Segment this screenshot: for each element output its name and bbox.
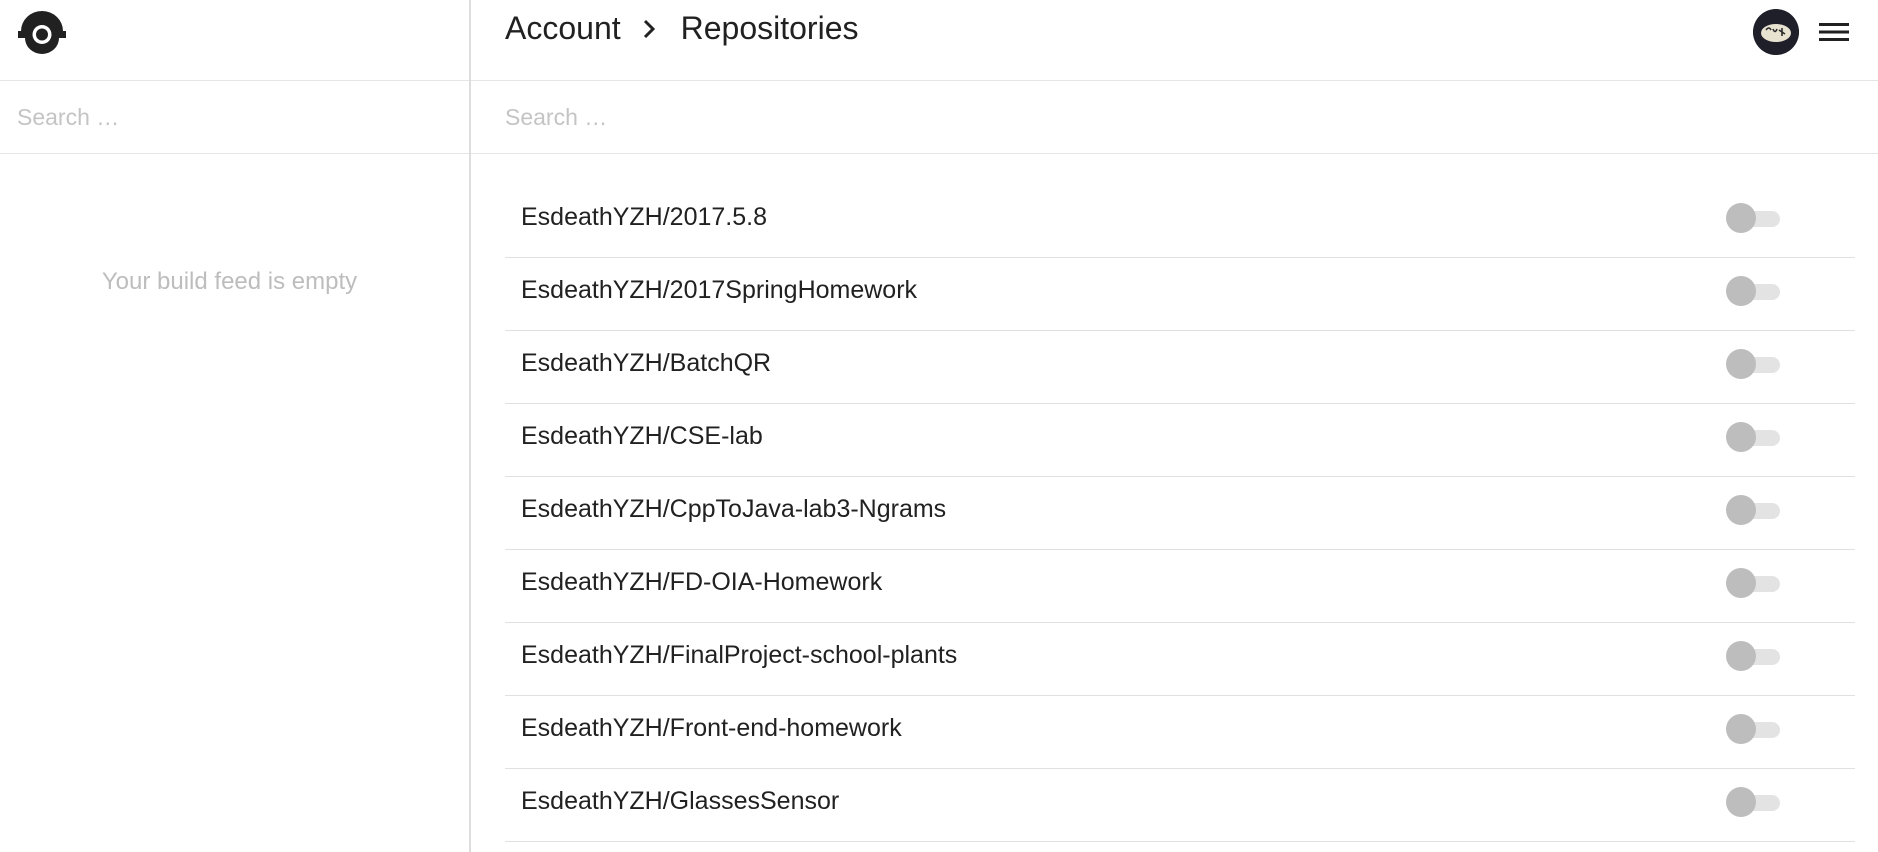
- drone-logo-icon[interactable]: [18, 11, 66, 55]
- repository-activate-toggle[interactable]: [1726, 787, 1780, 817]
- repository-row: EsdeathYZH/Front-end-homework: [505, 696, 1855, 769]
- repository-name[interactable]: EsdeathYZH/FinalProject-school-plants: [521, 641, 957, 670]
- repository-search-input[interactable]: [505, 103, 1741, 131]
- toggle-thumb: [1726, 568, 1756, 598]
- toggle-thumb: [1726, 349, 1756, 379]
- repository-name[interactable]: EsdeathYZH/CppToJava-lab3-Ngrams: [521, 495, 946, 524]
- repository-activate-toggle[interactable]: [1726, 495, 1780, 525]
- sidebar-search-bar: [0, 81, 469, 154]
- repository-activate-toggle[interactable]: [1726, 203, 1780, 233]
- repository-activate-toggle[interactable]: [1726, 714, 1780, 744]
- sidebar-search-input[interactable]: [17, 103, 424, 131]
- avatar-image-icon: [1753, 9, 1799, 55]
- build-feed-empty-message: Your build feed is empty: [101, 268, 358, 295]
- repository-name[interactable]: EsdeathYZH/GlassesSensor: [521, 787, 839, 816]
- main-panel: Account Repositories Search … EsdeathYZH…: [471, 0, 1878, 852]
- breadcrumb-repositories: Repositories: [680, 10, 859, 46]
- repository-activate-toggle[interactable]: [1726, 349, 1780, 379]
- sidebar: Your build feed is empty: [0, 0, 471, 852]
- toggle-thumb: [1726, 276, 1756, 306]
- repository-name[interactable]: EsdeathYZH/CSE-lab: [521, 422, 763, 451]
- repository-name[interactable]: EsdeathYZH/2017SpringHomework: [521, 276, 917, 305]
- repository-row: EsdeathYZH/BatchQR: [505, 331, 1855, 404]
- repository-row: EsdeathYZH/FinalProject-school-plants: [505, 623, 1855, 696]
- repository-row: EsdeathYZH/2017SpringHomework: [505, 258, 1855, 331]
- hamburger-menu-icon[interactable]: [1818, 17, 1850, 47]
- repository-name[interactable]: EsdeathYZH/Front-end-homework: [521, 714, 902, 743]
- breadcrumb: Account Repositories: [505, 10, 858, 47]
- repository-name[interactable]: EsdeathYZH/2017.5.8: [521, 203, 767, 232]
- toggle-thumb: [1726, 787, 1756, 817]
- chevron-right-icon: [643, 19, 655, 38]
- repository-row: EsdeathYZH/GlassesSensor: [505, 769, 1855, 842]
- toggle-thumb: [1726, 714, 1756, 744]
- toggle-thumb: [1726, 495, 1756, 525]
- repository-row: EsdeathYZH/FD-OIA-Homework: [505, 550, 1855, 623]
- repository-list: EsdeathYZH/2017.5.8 EsdeathYZH/2017Sprin…: [505, 185, 1855, 842]
- repository-row: EsdeathYZH/CSE-lab: [505, 404, 1855, 477]
- repository-activate-toggle[interactable]: [1726, 276, 1780, 306]
- repository-row: EsdeathYZH/CppToJava-lab3-Ngrams: [505, 477, 1855, 550]
- repository-search-bar: [471, 81, 1878, 154]
- sidebar-header: [0, 0, 469, 81]
- repository-name[interactable]: EsdeathYZH/BatchQR: [521, 349, 771, 378]
- toggle-thumb: [1726, 422, 1756, 452]
- user-avatar[interactable]: [1753, 9, 1799, 55]
- main-header: Account Repositories: [471, 0, 1878, 81]
- toggle-thumb: [1726, 203, 1756, 233]
- toggle-thumb: [1726, 641, 1756, 671]
- repository-activate-toggle[interactable]: [1726, 641, 1780, 671]
- breadcrumb-account-link[interactable]: Account: [505, 10, 621, 47]
- repository-activate-toggle[interactable]: [1726, 568, 1780, 598]
- repository-row: EsdeathYZH/2017.5.8: [505, 185, 1855, 258]
- app: Your build feed is empty Account Reposit…: [0, 0, 1878, 852]
- repository-activate-toggle[interactable]: [1726, 422, 1780, 452]
- repository-name[interactable]: EsdeathYZH/FD-OIA-Homework: [521, 568, 882, 597]
